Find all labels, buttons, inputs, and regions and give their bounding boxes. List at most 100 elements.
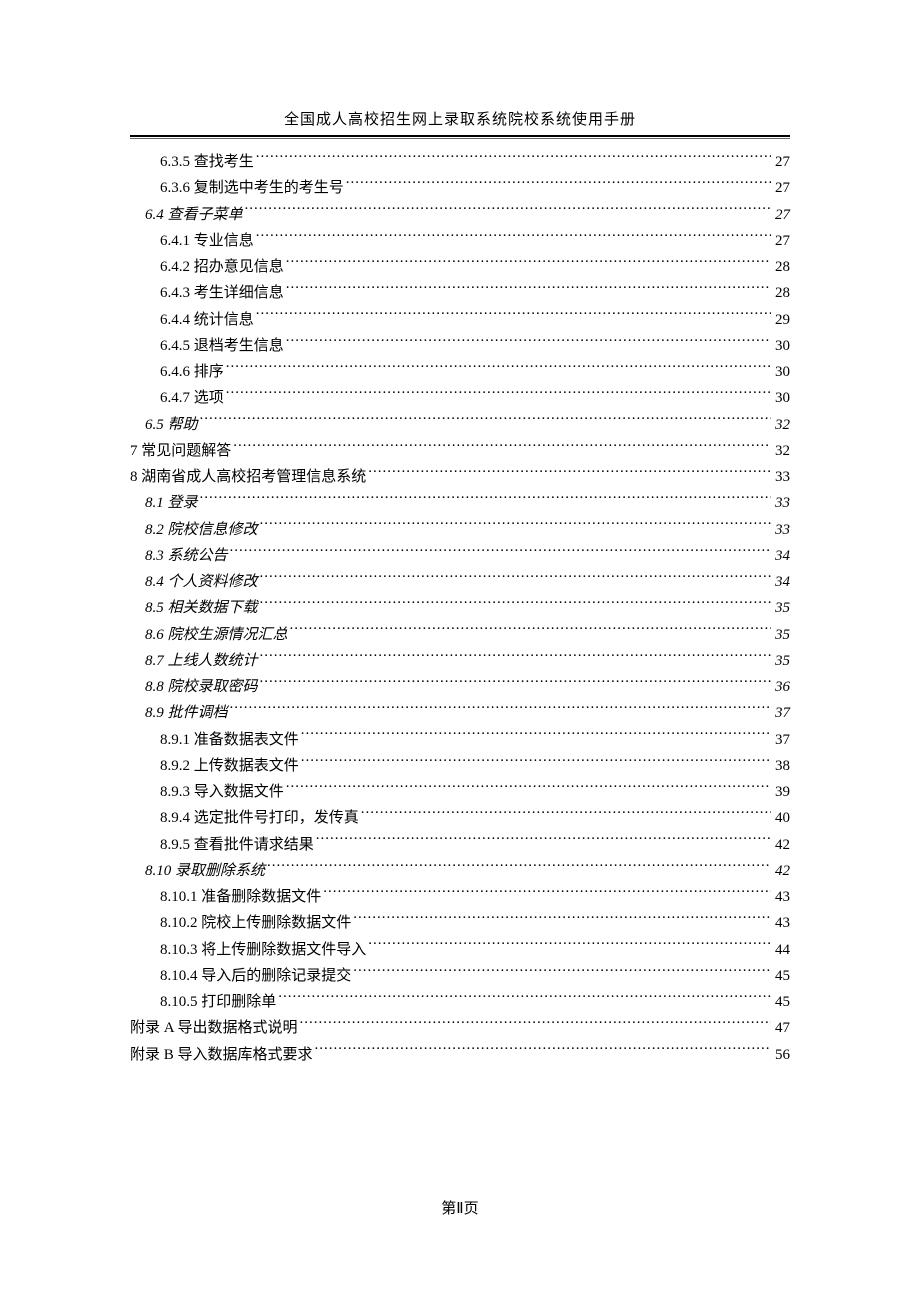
toc-entry: 7 常见问题解答 32 [130,438,790,464]
toc-entry: 6.4.4 统计信息 29 [130,307,790,333]
toc-entry-page: 30 [775,359,790,385]
toc-entry-page: 27 [775,149,790,175]
toc-entry-page: 32 [775,412,790,438]
toc-entry-label: 8.10.4 导入后的删除记录提交 [160,963,351,989]
toc-entry-label: 8.1 登录 [145,490,198,516]
toc-entry: 8.10 录取删除系统 42 [130,858,790,884]
toc-entry-page: 33 [775,464,790,490]
toc-leader-dots [286,781,771,796]
toc-leader-dots [260,650,771,665]
toc-leader-dots [300,1017,771,1032]
toc-entry-label: 8.10.1 准备删除数据文件 [160,884,321,910]
toc-leader-dots [256,151,771,166]
toc-entry-page: 45 [775,989,790,1015]
table-of-contents: 6.3.5 查找考生 276.3.6 复制选中考生的考生号 276.4 查看子菜… [130,149,790,1068]
toc-entry: 8.9.5 查看批件请求结果 42 [130,832,790,858]
toc-entry-label: 8.4 个人资料修改 [145,569,258,595]
toc-entry-label: 6.4.7 选项 [160,385,224,411]
toc-entry: 6.4.1 专业信息 27 [130,228,790,254]
toc-entry-label: 6.4.3 考生详细信息 [160,280,284,306]
toc-leader-dots [301,729,771,744]
toc-leader-dots [260,519,771,534]
toc-entry-label: 6.3.6 复制选中考生的考生号 [160,175,344,201]
toc-leader-dots [260,597,771,612]
toc-entry-page: 28 [775,254,790,280]
toc-leader-dots [286,282,771,297]
toc-leader-dots [353,965,771,980]
toc-entry: 8.10.2 院校上传删除数据文件 43 [130,910,790,936]
toc-entry-label: 6.4.6 排序 [160,359,224,385]
toc-leader-dots [245,204,771,219]
toc-entry-label: 6.4 查看子菜单 [145,202,243,228]
toc-entry: 8.10.1 准备删除数据文件 43 [130,884,790,910]
toc-entry-label: 8.10.3 将上传删除数据文件导入 [160,937,366,963]
toc-leader-dots [226,361,771,376]
toc-leader-dots [260,676,771,691]
toc-entry: 8.6 院校生源情况汇总 35 [130,622,790,648]
toc-entry: 6.4.3 考生详细信息 28 [130,280,790,306]
toc-entry-page: 35 [775,622,790,648]
toc-entry: 6.4.5 退档考生信息 30 [130,333,790,359]
toc-leader-dots [368,939,771,954]
toc-entry-label: 8.3 系统公告 [145,543,228,569]
toc-leader-dots [353,912,771,927]
toc-leader-dots [346,177,771,192]
toc-entry-page: 42 [775,832,790,858]
toc-entry-label: 8.9.3 导入数据文件 [160,779,284,805]
toc-leader-dots [260,571,771,586]
toc-entry-label: 8.2 院校信息修改 [145,517,258,543]
toc-entry: 6.4.6 排序 30 [130,359,790,385]
toc-entry: 6.4.7 选项 30 [130,385,790,411]
toc-entry-label: 8.5 相关数据下载 [145,595,258,621]
toc-leader-dots [301,755,771,770]
toc-entry-label: 8.9.1 准备数据表文件 [160,727,299,753]
toc-leader-dots [230,702,771,717]
toc-entry-label: 8.9 批件调档 [145,700,228,726]
toc-entry-label: 8.10 录取删除系统 [145,858,265,884]
toc-entry-page: 30 [775,385,790,411]
toc-entry-page: 43 [775,884,790,910]
toc-entry-label: 7 常见问题解答 [130,438,231,464]
toc-entry-label: 6.3.5 查找考生 [160,149,254,175]
toc-entry: 8.9 批件调档 37 [130,700,790,726]
toc-entry-label: 6.4.4 统计信息 [160,307,254,333]
toc-entry-page: 39 [775,779,790,805]
toc-entry-page: 56 [775,1042,790,1068]
page-footer: 第Ⅱ页 [0,1197,920,1218]
toc-entry: 8.4 个人资料修改 34 [130,569,790,595]
toc-entry: 8.8 院校录取密码 36 [130,674,790,700]
toc-leader-dots [286,335,771,350]
toc-leader-dots [278,991,771,1006]
toc-entry-label: 8.6 院校生源情况汇总 [145,622,288,648]
toc-leader-dots [316,834,771,849]
toc-entry-label: 8.7 上线人数统计 [145,648,258,674]
toc-leader-dots [233,440,771,455]
toc-entry: 8.10.4 导入后的删除记录提交 45 [130,963,790,989]
toc-entry: 8.10.5 打印删除单 45 [130,989,790,1015]
toc-entry-page: 36 [775,674,790,700]
toc-entry: 6.3.5 查找考生 27 [130,149,790,175]
toc-entry: 8.10.3 将上传删除数据文件导入 44 [130,937,790,963]
toc-leader-dots [200,414,771,429]
toc-leader-dots [256,309,771,324]
page-header-title: 全国成人高校招生网上录取系统院校系统使用手册 [130,108,790,135]
toc-leader-dots [230,545,771,560]
toc-entry-label: 6.4.2 招办意见信息 [160,254,284,280]
toc-entry: 6.5 帮助 32 [130,412,790,438]
toc-entry-page: 27 [775,175,790,201]
toc-entry: 6.4.2 招办意见信息 28 [130,254,790,280]
toc-entry-page: 40 [775,805,790,831]
toc-entry-page: 37 [775,700,790,726]
toc-leader-dots [361,807,771,822]
toc-leader-dots [323,886,771,901]
toc-leader-dots [256,230,771,245]
toc-entry-label: 8.8 院校录取密码 [145,674,258,700]
toc-entry: 8.9.3 导入数据文件 39 [130,779,790,805]
toc-entry-page: 33 [775,490,790,516]
toc-entry-page: 47 [775,1015,790,1041]
toc-entry-page: 42 [775,858,790,884]
toc-leader-dots [368,466,771,481]
toc-entry-page: 34 [775,543,790,569]
toc-entry: 8.9.4 选定批件号打印，发传真 40 [130,805,790,831]
toc-entry-page: 28 [775,280,790,306]
